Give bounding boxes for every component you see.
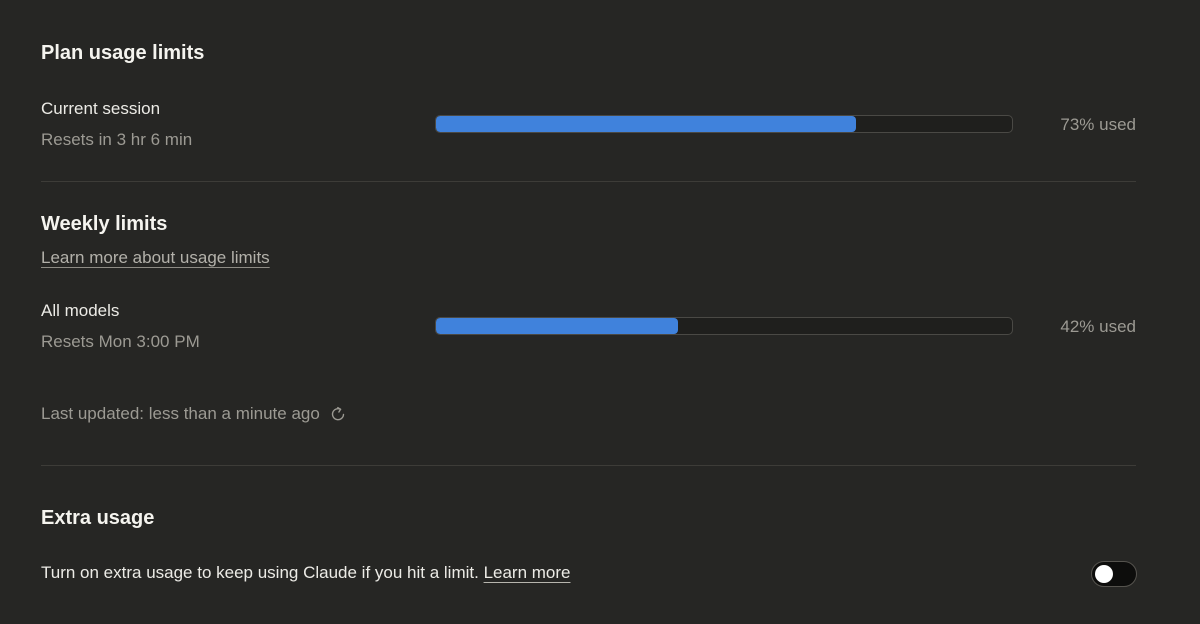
extra-usage-toggle[interactable] [1091, 561, 1137, 587]
last-updated-row: Last updated: less than a minute ago [41, 404, 347, 424]
learn-more-usage-limits-link[interactable]: Learn more about usage limits [41, 248, 270, 268]
plan-usage-heading: Plan usage limits [41, 42, 205, 64]
extra-usage-learn-more-link[interactable]: Learn more [484, 563, 571, 582]
current-session-label: Current session [41, 99, 161, 118]
usage-settings-page: Plan usage limits Current session Resets… [0, 0, 1200, 624]
all-models-progress-fill [436, 318, 678, 334]
section-divider [41, 465, 1136, 466]
weekly-limits-heading: Weekly limits [41, 213, 168, 235]
refresh-icon[interactable] [329, 405, 347, 423]
current-session-progress-bar [435, 115, 1013, 133]
all-models-progress-bar [435, 317, 1013, 335]
extra-usage-heading: Extra usage [41, 507, 155, 529]
toggle-knob [1095, 565, 1113, 583]
extra-usage-description: Turn on extra usage to keep using Claude… [41, 563, 484, 582]
current-session-reset: Resets in 3 hr 6 min [41, 130, 193, 149]
section-divider [41, 181, 1136, 182]
all-models-label: All models [41, 301, 120, 320]
current-session-progress-fill [436, 116, 857, 132]
extra-usage-description-row: Turn on extra usage to keep using Claude… [41, 563, 571, 583]
all-models-used-text: 42% used [1060, 317, 1136, 336]
all-models-reset: Resets Mon 3:00 PM [41, 332, 200, 351]
last-updated-text: Last updated: less than a minute ago [41, 404, 320, 423]
current-session-used-text: 73% used [1060, 115, 1136, 134]
